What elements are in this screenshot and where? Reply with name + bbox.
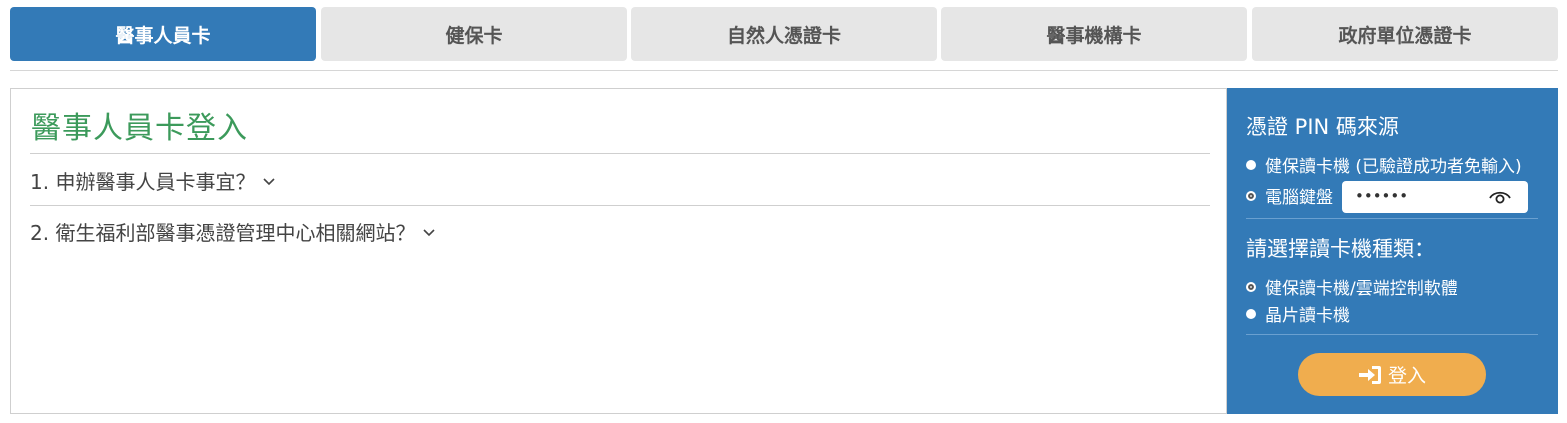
divider (30, 153, 1210, 154)
reader-type-title: 請選擇讀卡機種類： (1246, 237, 1435, 261)
eye-icon[interactable] (1489, 189, 1511, 205)
chevron-down-icon (263, 177, 276, 185)
divider (1246, 218, 1538, 219)
radio-label: 電腦鍵盤 (1265, 188, 1333, 208)
radio-button[interactable] (1246, 308, 1256, 319)
tab-label: 健保卡 (445, 24, 503, 47)
login-label: 登入 (1387, 365, 1426, 387)
tab-label: 自然人憑證卡 (726, 24, 841, 47)
tab-medical-staff-card[interactable]: 醫事人員卡 (10, 7, 316, 61)
pin-input[interactable]: •••••• (1342, 181, 1528, 213)
radio-button[interactable] (1246, 159, 1256, 170)
divider (1246, 334, 1538, 335)
radio-button-selected[interactable] (1246, 190, 1256, 201)
faq-label: 2. 衛生福利部醫事憑證管理中心相關網站？ (30, 221, 416, 245)
pin-value: •••••• (1355, 187, 1409, 205)
tab-divider (10, 70, 1558, 71)
radio-label: 晶片讀卡機 (1265, 306, 1350, 326)
pin-option-keyboard[interactable]: 電腦鍵盤 (1246, 183, 1333, 208)
radio-label: 健保讀卡機/雲端控制軟體 (1265, 279, 1458, 299)
tab-health-insurance-card[interactable]: 健保卡 (321, 7, 627, 61)
tab-medical-institution-card[interactable]: 醫事機構卡 (941, 7, 1247, 61)
radio-label: 健保讀卡機 (已驗證成功者免輸入) (1265, 157, 1522, 177)
divider (30, 205, 1210, 206)
faq-label: 1. 申辦醫事人員卡事宜？ (30, 170, 256, 194)
radio-button-selected[interactable] (1246, 281, 1256, 292)
page-title: 醫事人員卡登入 (31, 111, 248, 146)
faq-item-related-sites[interactable]: 2. 衛生福利部醫事憑證管理中心相關網站？ (30, 217, 437, 246)
tab-label: 醫事人員卡 (115, 24, 211, 47)
login-info-panel: 醫事人員卡登入 1. 申辦醫事人員卡事宜？ 2. 衛生福利部醫事憑證管理中心相關… (10, 88, 1227, 414)
pin-source-title: 憑證 PIN 碼來源 (1246, 115, 1399, 139)
tab-government-certificate-card[interactable]: 政府單位憑證卡 (1252, 7, 1558, 61)
reader-option-chip[interactable]: 晶片讀卡機 (1246, 301, 1350, 326)
tab-label: 醫事機構卡 (1046, 24, 1142, 47)
card-type-tabs: 醫事人員卡 健保卡 自然人憑證卡 醫事機構卡 政府單位憑證卡 (10, 7, 1558, 61)
tab-label: 政府單位憑證卡 (1338, 24, 1472, 47)
reader-option-nhi[interactable]: 健保讀卡機/雲端控制軟體 (1246, 274, 1458, 299)
sign-in-icon (1358, 365, 1381, 384)
pin-option-card-reader[interactable]: 健保讀卡機 (已驗證成功者免輸入) (1246, 152, 1522, 177)
login-button[interactable]: 登入 (1298, 353, 1486, 396)
tab-citizen-certificate-card[interactable]: 自然人憑證卡 (631, 7, 937, 61)
faq-item-apply[interactable]: 1. 申辦醫事人員卡事宜？ (30, 166, 277, 195)
login-settings-panel: 憑證 PIN 碼來源 健保讀卡機 (已驗證成功者免輸入) 電腦鍵盤 ••••••… (1227, 88, 1558, 414)
chevron-down-icon (423, 228, 436, 236)
